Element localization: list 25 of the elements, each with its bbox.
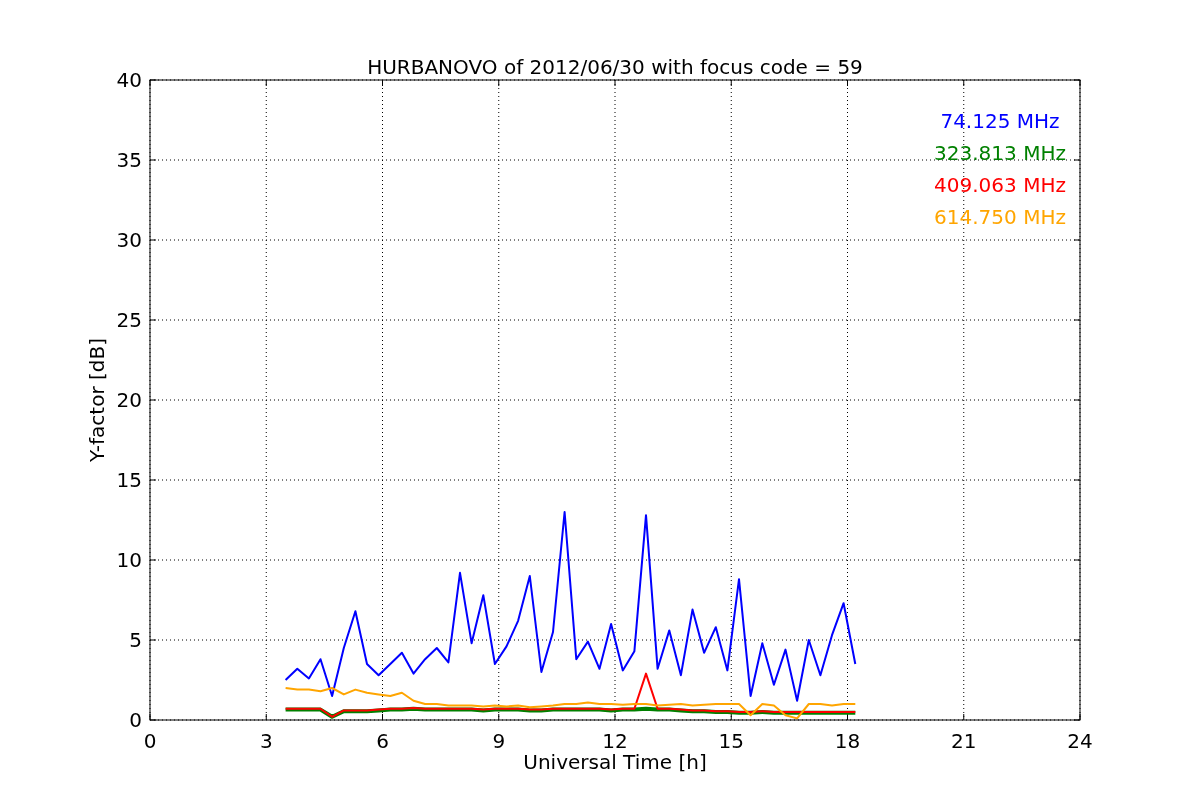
x-tick-label: 9 (492, 729, 506, 753)
legend-label: 614.750 MHz (934, 205, 1066, 229)
x-tick-label: 24 (1067, 729, 1093, 753)
y-tick-label: 30 (116, 228, 142, 252)
x-tick-label: 18 (834, 729, 861, 753)
legend-label: 323.813 MHz (934, 141, 1066, 165)
y-tick-label: 10 (116, 548, 142, 572)
y-tick-label: 0 (129, 708, 142, 732)
x-tick-label: 12 (602, 729, 628, 753)
y-tick-label: 5 (129, 628, 142, 652)
x-tick-label: 6 (376, 729, 389, 753)
legend-label: 74.125 MHz (940, 109, 1060, 133)
x-tick-label: 15 (718, 729, 744, 753)
x-tick-label: 3 (259, 729, 273, 753)
y-tick-label: 20 (116, 388, 142, 412)
x-tick-label: 0 (143, 729, 157, 753)
y-axis-label: Y-factor [dB] (85, 338, 109, 462)
x-tick-label: 21 (951, 729, 977, 753)
legend-label: 409.063 MHz (934, 173, 1066, 197)
y-tick-label: 35 (116, 148, 142, 172)
y-tick-label: 25 (116, 308, 142, 332)
chart-title: HURBANOVO of 2012/06/30 with focus code = 59 (367, 55, 863, 79)
y-tick-label: 15 (116, 468, 142, 492)
x-axis-label: Universal Time [h] (523, 750, 707, 774)
y-tick-label: 40 (116, 68, 142, 92)
